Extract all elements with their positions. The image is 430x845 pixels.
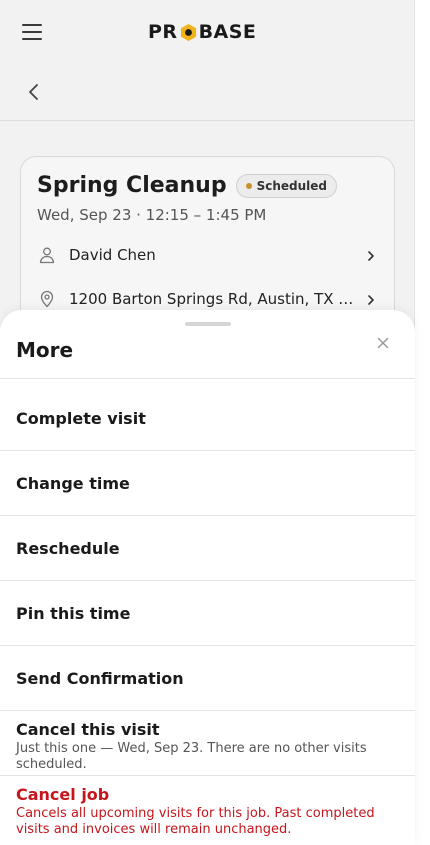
customer-row[interactable]: David Chen xyxy=(37,243,378,267)
action-label: Send Confirmation xyxy=(16,669,184,688)
cancel-job-action[interactable]: Cancel job Cancels all upcoming visits f… xyxy=(0,776,415,841)
action-label: Complete visit xyxy=(16,409,146,428)
job-title-row: Spring Cleanup Scheduled xyxy=(37,173,337,198)
hamburger-menu-icon[interactable] xyxy=(22,24,42,40)
job-title: Spring Cleanup xyxy=(37,173,227,198)
change-time-action[interactable]: Change time xyxy=(0,451,415,516)
action-label: Cancel this visit xyxy=(16,720,160,739)
location-pin-icon xyxy=(37,289,57,309)
sheet-title: More xyxy=(16,338,74,362)
close-icon[interactable] xyxy=(376,335,390,349)
complete-visit-action[interactable]: Complete visit xyxy=(0,386,415,451)
more-actions-sheet: More Complete visit Change time Reschedu… xyxy=(0,310,415,845)
action-description: Cancels all upcoming visits for this job… xyxy=(16,806,375,837)
action-label: Change time xyxy=(16,474,130,493)
person-icon xyxy=(37,245,57,265)
send-confirmation-action[interactable]: Send Confirmation xyxy=(0,646,415,711)
action-label: Reschedule xyxy=(16,539,120,558)
top-bar: PR BASE xyxy=(0,0,414,64)
sub-header xyxy=(0,64,414,121)
sheet-drag-handle[interactable] xyxy=(185,322,231,326)
action-label: Cancel job xyxy=(16,785,110,804)
address-row[interactable]: 1200 Barton Springs Rd, Austin, TX 78704 xyxy=(37,287,378,311)
action-label: Pin this time xyxy=(16,604,131,623)
chevron-right-icon xyxy=(364,248,378,262)
logo-hexagon-icon xyxy=(179,23,198,42)
sheet-divider xyxy=(0,378,415,379)
logo-text-right: BASE xyxy=(198,21,257,43)
reschedule-action[interactable]: Reschedule xyxy=(0,516,415,581)
chevron-right-icon xyxy=(364,292,378,306)
pin-time-action[interactable]: Pin this time xyxy=(0,581,415,646)
logo-text-left: PR xyxy=(148,21,178,43)
status-dot xyxy=(245,182,252,189)
status-badge: Scheduled xyxy=(235,173,337,198)
status-label: Scheduled xyxy=(256,178,327,193)
job-address: 1200 Barton Springs Rd, Austin, TX 78704 xyxy=(69,290,356,308)
back-chevron-icon[interactable] xyxy=(24,82,44,102)
probase-logo: PR BASE xyxy=(148,20,256,44)
cancel-visit-action[interactable]: Cancel this visit Just this one — Wed, S… xyxy=(0,711,415,776)
action-description: Just this one — Wed, Sep 23. There are n… xyxy=(16,741,367,772)
job-time: Wed, Sep 23 · 12:15 – 1:45 PM xyxy=(37,206,267,224)
customer-name: David Chen xyxy=(69,246,156,264)
